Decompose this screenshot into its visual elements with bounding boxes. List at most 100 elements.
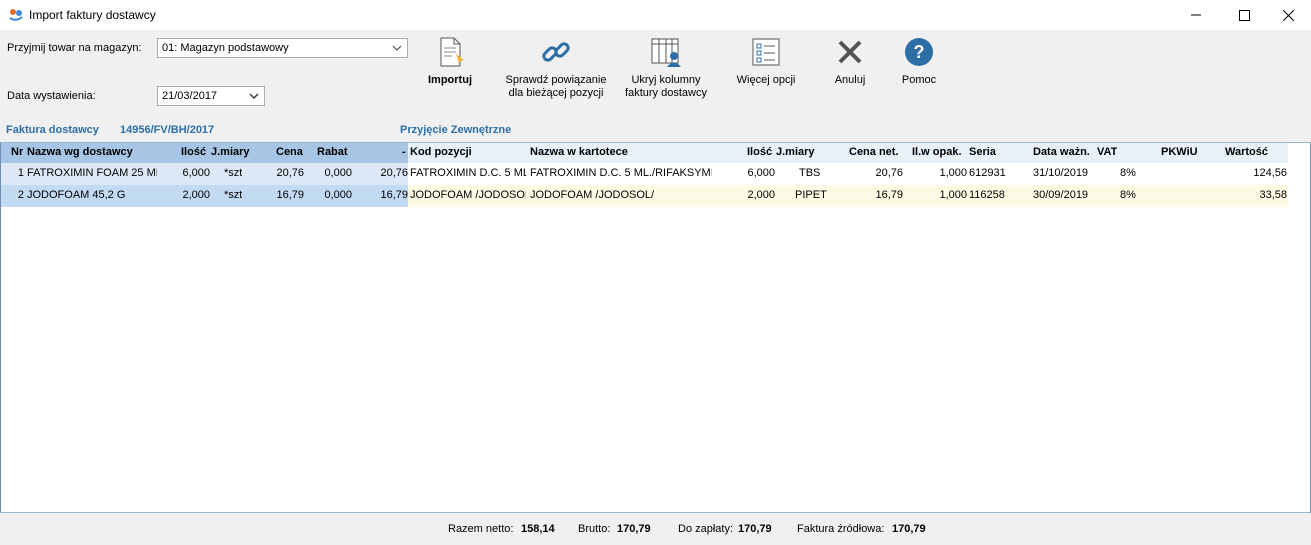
warehouse-label: Przyjmij towar na magazyn: xyxy=(7,42,142,54)
cell-unit: *szt xyxy=(224,189,243,201)
cell-series: 612931 xyxy=(969,167,1006,179)
cell-nr: 1 xyxy=(17,167,24,179)
link-icon xyxy=(542,42,570,62)
check-link-button[interactable]: Sprawdź powiązanie dla bieżącej pozycji xyxy=(502,36,610,100)
chevron-down-icon xyxy=(392,45,402,51)
help-button[interactable]: ? Pomoc xyxy=(898,36,940,87)
window-title: Import faktury dostawcy xyxy=(29,8,156,22)
chevron-down-icon xyxy=(249,93,259,99)
supplier-invoice-number: 14956/FV/BH/2017 xyxy=(120,124,215,136)
close-button[interactable] xyxy=(1265,0,1311,30)
col-header-catalog-qty[interactable]: Ilość xyxy=(747,146,772,158)
supplier-invoice-label: Faktura dostawcy xyxy=(6,124,99,136)
gross-total-label: Brutto: xyxy=(578,523,611,535)
cell-code: FATROXIMIN D.C. 5 ML xyxy=(410,167,526,179)
cell-discount: 0,000 xyxy=(324,167,352,179)
cell-qty: 6,000 xyxy=(182,167,210,179)
col-header-unit[interactable]: J.miary xyxy=(211,146,250,158)
more-options-label: Więcej opcji xyxy=(736,74,796,86)
col-header-nr[interactable]: Nr xyxy=(11,146,23,158)
totals-bar: Razem netto: 158,14 Brutto: 170,79 Do za… xyxy=(0,514,1311,545)
cell-value: 124,56 xyxy=(1253,167,1287,179)
cell-expiry: 30/09/2019 xyxy=(1033,189,1089,201)
source-invoice-label: Faktura źródłowa: xyxy=(797,523,885,535)
col-header-vat[interactable]: VAT xyxy=(1097,146,1117,158)
cell-discount: 0,000 xyxy=(324,189,352,201)
maximize-button[interactable] xyxy=(1221,0,1267,30)
cell-catalog-unit: PIPET xyxy=(795,189,827,201)
cell-nr: 2 xyxy=(17,189,24,201)
hide-columns-label-1: Ukryj kolumny xyxy=(631,74,701,86)
cell-extra: 16,79 xyxy=(380,189,408,201)
col-header-code[interactable]: Kod pozycji xyxy=(410,146,472,158)
more-options-button[interactable]: Więcej opcji xyxy=(732,36,800,87)
maximize-icon xyxy=(1238,9,1250,21)
title-bar: Import faktury dostawcy xyxy=(0,0,1311,30)
hide-columns-button[interactable]: Ukryj kolumny faktury dostawcy xyxy=(620,36,712,100)
col-header-catalog-name[interactable]: Nazwa w kartotece xyxy=(530,146,628,158)
col-header-series[interactable]: Seria xyxy=(969,146,996,158)
check-link-label-2: dla bieżącej pozycji xyxy=(508,87,604,99)
cell-net-price: 20,76 xyxy=(875,167,903,179)
to-pay-label: Do zapłaty: xyxy=(678,523,734,535)
cell-unit: *szt xyxy=(224,167,243,179)
svg-text:?: ? xyxy=(914,42,925,62)
date-value: 21/03/2017 xyxy=(162,90,218,102)
col-header-pkwiu[interactable]: PKWiU xyxy=(1161,146,1198,158)
columns-user-icon xyxy=(651,38,681,67)
import-label: Importuj xyxy=(428,74,472,86)
close-icon xyxy=(1282,9,1294,21)
x-icon xyxy=(838,40,862,64)
warehouse-value: 01: Magazyn podstawowy xyxy=(162,42,289,54)
cell-pack-qty: 1,000 xyxy=(939,189,967,201)
import-document-icon xyxy=(440,37,464,67)
cell-vat: 8% xyxy=(1120,167,1136,179)
col-header-price[interactable]: Cena xyxy=(276,146,303,158)
net-total-label: Razem netto: xyxy=(448,523,514,535)
col-header-supplier-name[interactable]: Nazwa wg dostawcy xyxy=(27,146,133,158)
gross-total-value: 170,79 xyxy=(617,523,651,535)
date-picker[interactable]: 21/03/2017 xyxy=(157,86,265,106)
cell-qty: 2,000 xyxy=(182,189,210,201)
cell-net-price: 16,79 xyxy=(875,189,903,201)
to-pay-value: 170,79 xyxy=(738,523,772,535)
help-label: Pomoc xyxy=(901,74,937,86)
app-icon xyxy=(9,9,23,21)
date-label: Data wystawienia: xyxy=(7,90,96,102)
cell-catalog-name: JODOFOAM /JODOSOL/ xyxy=(530,189,655,201)
col-header-net-price[interactable]: Cena net. xyxy=(849,146,899,158)
cell-series: 116258 xyxy=(969,189,1005,201)
help-icon: ? xyxy=(905,38,933,66)
receipt-label: Przyjęcie Zewnętrzne xyxy=(400,124,512,136)
cancel-label: Anuluj xyxy=(834,74,866,86)
warehouse-select[interactable]: 01: Magazyn podstawowy xyxy=(157,38,408,58)
col-header-qty[interactable]: Ilość xyxy=(181,146,206,158)
cell-supplier-name: FATROXIMIN FOAM 25 ML xyxy=(27,167,157,179)
cell-catalog-qty: 2,000 xyxy=(747,189,775,201)
cell-catalog-unit: TBS xyxy=(799,167,821,179)
import-button[interactable]: Importuj xyxy=(424,36,476,87)
cell-code: JODOFOAM /JODOSOL/ xyxy=(410,189,526,201)
cell-vat: 8% xyxy=(1120,189,1136,201)
cell-catalog-qty: 6,000 xyxy=(747,167,775,179)
minimize-button[interactable] xyxy=(1173,0,1219,30)
col-header-discount[interactable]: Rabat xyxy=(317,146,348,158)
cell-supplier-name: JODOFOAM 45,2 G xyxy=(27,189,126,201)
cell-pack-qty: 1,000 xyxy=(939,167,967,179)
cell-catalog-name: FATROXIMIN D.C. 5 ML./RIFAKSYMINA xyxy=(530,167,712,179)
source-invoice-value: 170,79 xyxy=(892,523,926,535)
col-header-expiry[interactable]: Data ważn. xyxy=(1033,146,1090,158)
cell-expiry: 31/10/2019 xyxy=(1033,167,1089,179)
checklist-icon xyxy=(752,38,780,66)
minimize-icon xyxy=(1191,14,1201,16)
cell-price: 20,76 xyxy=(276,167,304,179)
hide-columns-label-2: faktury dostawcy xyxy=(625,87,707,99)
col-header-catalog-unit[interactable]: J.miary xyxy=(776,146,815,158)
cell-extra: 20,76 xyxy=(380,167,408,179)
net-total-value: 158,14 xyxy=(521,523,555,535)
col-header-value[interactable]: Wartość xyxy=(1225,146,1268,158)
col-header-extra[interactable]: - xyxy=(402,146,406,158)
cancel-button[interactable]: Anuluj xyxy=(828,36,872,87)
cell-price: 16,79 xyxy=(276,189,304,201)
col-header-pack-qty[interactable]: Il.w opak. xyxy=(912,146,962,158)
